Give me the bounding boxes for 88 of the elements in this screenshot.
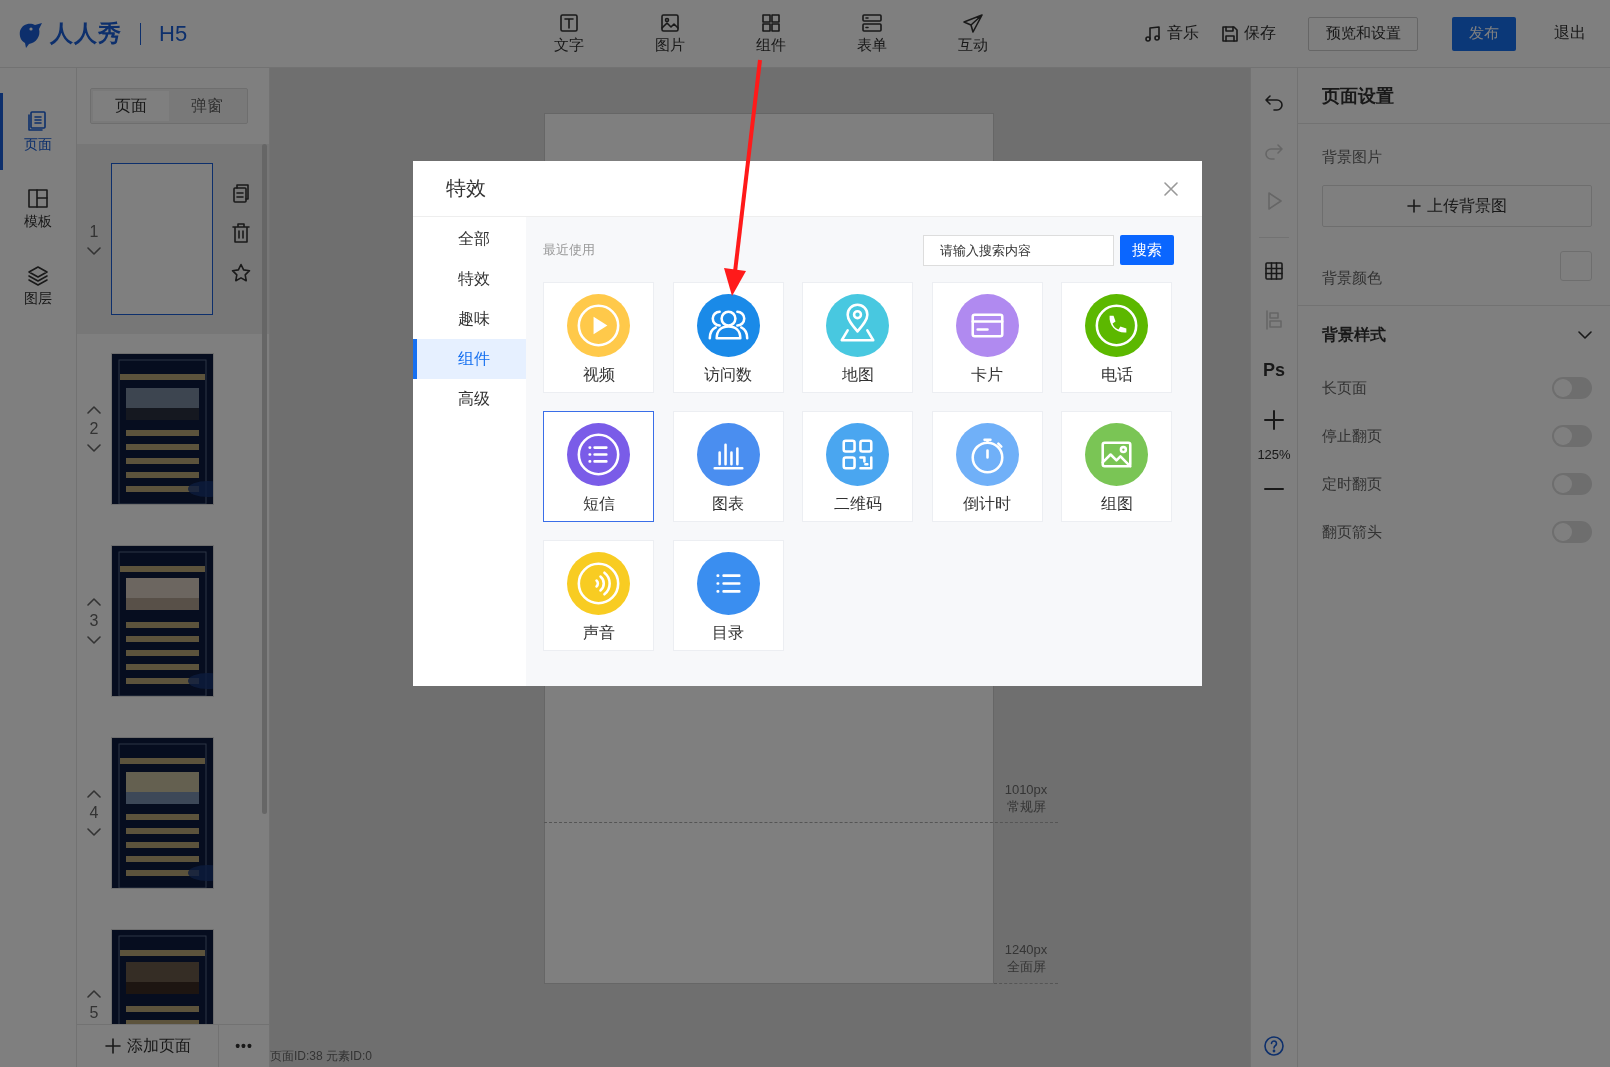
close-icon — [1164, 181, 1178, 196]
help-icon[interactable] — [1263, 1035, 1285, 1057]
chevron-down-icon — [87, 828, 101, 837]
layers-icon — [26, 263, 50, 288]
component-card[interactable]: 倒计时 — [931, 411, 1043, 522]
star-icon — [231, 263, 252, 283]
section-label: 最近使用 — [543, 241, 595, 259]
page-number: 5 — [89, 1003, 99, 1022]
chevron-down-icon — [87, 444, 101, 453]
search-button[interactable]: 搜索 — [1120, 235, 1174, 265]
component-card[interactable]: 组图 — [1061, 411, 1172, 522]
exit-link[interactable]: 退出 — [1554, 23, 1586, 44]
text-icon — [557, 12, 580, 34]
component-card[interactable]: 电话 — [1061, 282, 1172, 393]
form-icon — [860, 12, 883, 34]
component-card[interactable]: 访问数 — [672, 282, 784, 393]
search-field[interactable]: 请输入搜索内容 — [923, 234, 1114, 266]
copy-icon — [232, 183, 251, 203]
grid-icon[interactable] — [1263, 260, 1285, 282]
undo-icon[interactable] — [1263, 92, 1285, 114]
page-number: 2 — [89, 420, 99, 438]
tab[interactable]: 弹窗 — [169, 91, 245, 121]
brand-name: 人人秀 — [50, 19, 122, 48]
field-label: 背景颜色 — [1322, 268, 1382, 288]
toolbar-button[interactable]: 组件 — [720, 12, 821, 55]
component-card[interactable]: 视频 — [543, 282, 654, 393]
music-button[interactable]: 音乐 — [1144, 23, 1199, 44]
field-label: 背景图片 — [1322, 148, 1383, 167]
page-row[interactable]: 2 — [77, 334, 269, 526]
guide-height: 1010px — [1004, 781, 1048, 798]
guide-height: 1240px — [1004, 941, 1048, 958]
toolbar-button[interactable]: 表单 — [821, 12, 922, 55]
save-icon — [1221, 24, 1239, 43]
toggle-label: 长页面 — [1322, 378, 1367, 398]
toggle-label: 停止翻页 — [1322, 426, 1382, 446]
scrollbar[interactable] — [262, 144, 267, 814]
toolbar-button[interactable]: 图片 — [619, 12, 720, 55]
dialog-title: 特效 — [446, 176, 486, 201]
chevron-down-icon[interactable] — [1578, 330, 1592, 340]
component-card[interactable]: 声音 — [543, 540, 654, 651]
plus-icon — [1407, 199, 1421, 213]
toolbar-button[interactable]: 文字 — [518, 12, 619, 55]
page-row[interactable]: 4 — [77, 718, 269, 910]
photoshop-button[interactable]: Ps — [1263, 360, 1285, 381]
chevron-down-icon — [87, 636, 101, 645]
chevron-up-icon — [87, 789, 101, 798]
image-icon — [658, 12, 681, 34]
chevron-up-icon — [87, 988, 101, 998]
toolbar-button[interactable]: 互动 — [922, 12, 1023, 55]
category-item[interactable]: 组件 — [413, 339, 526, 379]
component-card[interactable]: 地图 — [802, 282, 913, 393]
section-title: 背景样式 — [1322, 324, 1386, 345]
component-card[interactable]: 二维码 — [802, 411, 913, 522]
tab[interactable]: 页面 — [93, 91, 169, 121]
chevron-up-icon — [87, 405, 101, 414]
page-row[interactable]: 5 — [77, 910, 269, 1024]
page-number: 4 — [89, 804, 99, 822]
save-button[interactable]: 保存 — [1221, 23, 1276, 44]
zoom-level: 125% — [1257, 447, 1291, 462]
page-thumbnail[interactable] — [110, 163, 214, 315]
page-row[interactable]: 1 — [77, 144, 269, 334]
zoom-in-icon[interactable] — [1263, 409, 1285, 431]
component-card[interactable]: 图表 — [672, 411, 784, 522]
grid-icon — [759, 12, 782, 34]
nav-item[interactable]: 模板 — [0, 170, 76, 247]
panel-title: 页面设置 — [1298, 68, 1610, 124]
component-card[interactable]: 卡片 — [931, 282, 1043, 393]
trash-icon — [232, 223, 251, 243]
publish-button[interactable]: 发布 — [1452, 16, 1516, 51]
plus-icon — [104, 1038, 121, 1054]
send-icon — [961, 12, 984, 34]
music-note-icon — [1144, 24, 1162, 43]
preview-settings-button[interactable]: 预览和设置 — [1308, 16, 1418, 51]
status-text: 页面ID:38 元素ID:0 — [270, 1048, 374, 1065]
close-button[interactable] — [1164, 181, 1178, 196]
product-name: H5 — [159, 20, 188, 47]
upload-background-button[interactable]: 上传背景图 — [1322, 185, 1592, 227]
component-card[interactable]: 短信 — [543, 411, 654, 522]
toggle-label: 定时翻页 — [1322, 474, 1382, 494]
nav-item[interactable]: 图层 — [0, 247, 76, 324]
layout-icon — [26, 186, 50, 211]
toggle-label: 翻页箭头 — [1322, 522, 1382, 542]
page-row[interactable]: 3 — [77, 526, 269, 718]
page-number: 1 — [89, 222, 99, 241]
chevron-down-icon — [86, 246, 101, 256]
component-card[interactable]: 目录 — [672, 540, 784, 651]
page-number: 3 — [89, 612, 99, 630]
chevron-up-icon — [87, 597, 101, 606]
